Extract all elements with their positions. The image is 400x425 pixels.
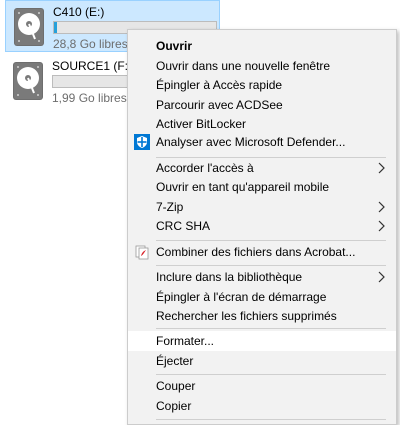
menu-item-label: Épingler à l'écran de démarrage	[156, 290, 327, 304]
menu-item-label: Combiner des fichiers dans Acrobat...	[156, 245, 356, 259]
menu-item-label: Rechercher les fichiers supprimés	[156, 309, 337, 323]
menu-item-label: Ouvrir en tant qu'appareil mobile	[156, 180, 330, 194]
menu-item-label: Éjecter	[156, 354, 194, 368]
menu-item-label: Analyser avec Microsoft Defender...	[156, 135, 346, 149]
chevron-right-icon	[376, 201, 386, 213]
menu-item-pin-quick-access[interactable]: Épingler à Accès rapide	[128, 75, 396, 95]
menu-item-grant-access[interactable]: Accorder l'accès à	[128, 158, 396, 178]
menu-item-cut[interactable]: Couper	[128, 376, 396, 396]
menu-item-label: Parcourir avec ACDSee	[156, 98, 283, 112]
menu-item-label: Couper	[156, 379, 196, 393]
menu-item-eject[interactable]: Éjecter	[128, 351, 396, 371]
menu-item-format[interactable]: Formater...	[128, 331, 396, 351]
menu-separator	[156, 265, 386, 266]
menu-item-label: Ouvrir dans une nouvelle fenêtre	[156, 59, 331, 73]
menu-separator	[156, 328, 386, 329]
menu-item-crc-sha[interactable]: CRC SHA	[128, 216, 396, 236]
menu-item-include-library[interactable]: Inclure dans la bibliothèque	[128, 267, 396, 287]
menu-item-find-deleted[interactable]: Rechercher les fichiers supprimés	[128, 306, 396, 326]
chevron-right-icon	[376, 162, 386, 174]
defender-shield-icon	[134, 134, 150, 150]
menu-item-open-mobile[interactable]: Ouvrir en tant qu'appareil mobile	[128, 177, 396, 197]
drive-name: C410 (E:)	[53, 5, 105, 19]
menu-item-open-new-window[interactable]: Ouvrir dans une nouvelle fenêtre	[128, 56, 396, 76]
hard-drive-icon	[12, 61, 44, 101]
menu-item-open[interactable]: Ouvrir	[128, 36, 396, 56]
menu-item-label: Ouvrir	[156, 39, 193, 53]
menu-item-browse-acdsee[interactable]: Parcourir avec ACDSee	[128, 95, 396, 115]
menu-separator	[156, 374, 386, 375]
menu-separator	[156, 419, 386, 420]
context-menu: Ouvrir Ouvrir dans une nouvelle fenêtre …	[127, 29, 397, 425]
drive-name: SOURCE1 (F:)	[52, 59, 133, 73]
menu-item-7zip[interactable]: 7-Zip	[128, 197, 396, 217]
chevron-right-icon	[376, 271, 386, 283]
drive-usage-fill	[54, 22, 58, 33]
menu-item-combine-acrobat[interactable]: Combiner des fichiers dans Acrobat...	[128, 242, 396, 262]
menu-item-label: Inclure dans la bibliothèque	[156, 270, 303, 284]
menu-item-copy[interactable]: Copier	[128, 396, 396, 416]
chevron-right-icon	[376, 220, 386, 232]
menu-item-defender-scan[interactable]: Analyser avec Microsoft Defender...	[128, 132, 396, 152]
menu-separator	[156, 240, 386, 241]
menu-item-label: Copier	[156, 399, 192, 413]
acrobat-icon	[134, 244, 150, 260]
menu-item-label: Activer BitLocker	[156, 117, 247, 131]
menu-item-label: CRC SHA	[156, 219, 211, 233]
hard-drive-icon	[13, 7, 45, 47]
menu-item-label: Formater...	[156, 334, 215, 348]
menu-item-label: 7-Zip	[156, 200, 184, 214]
menu-item-bitlocker[interactable]: Activer BitLocker	[128, 114, 396, 134]
menu-item-label: Accorder l'accès à	[156, 161, 254, 175]
menu-item-pin-start[interactable]: Épingler à l'écran de démarrage	[128, 287, 396, 307]
menu-item-label: Épingler à Accès rapide	[156, 78, 283, 92]
